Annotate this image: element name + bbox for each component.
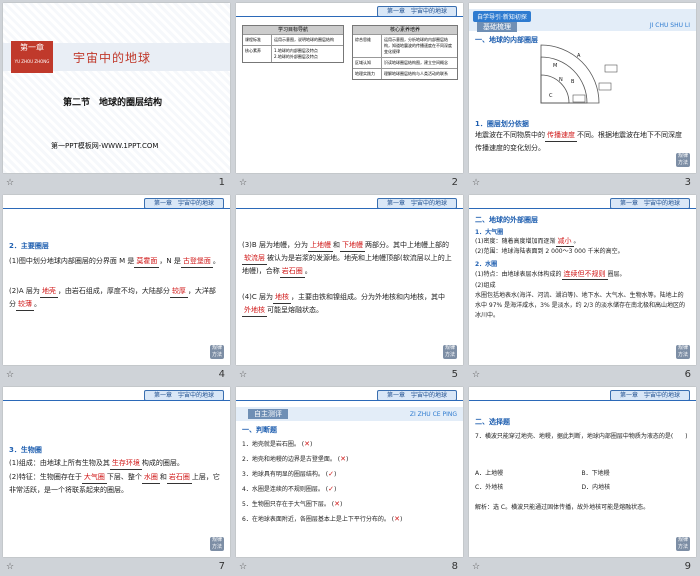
tab-self-test: 自主测评 xyxy=(248,409,288,419)
question-text: 7．横波只能穿过地壳、地幔，据此判断，地球内部圈层中物质为液态的是( ) xyxy=(475,433,688,440)
biosphere-composition: (1)组成：由地球上所有生物及其 生存环境 构成的圈层。 xyxy=(9,457,222,470)
thumbnail-9[interactable]: 第一章 宇宙中的地球 二、选择题 7．横波只能穿过地壳、地幔，据此判断，地球内部… xyxy=(466,384,699,576)
star-icon[interactable]: ☆ xyxy=(6,562,14,572)
slide-number: 9 xyxy=(684,561,691,572)
slide-title: 宇宙中的地球 xyxy=(73,51,152,65)
slide-number: 6 xyxy=(684,369,691,380)
basis-text: 地震波在不同物质中的 传播速度 不同。根据地震波在地下不同深度传播速度的变化划分。 xyxy=(475,131,682,152)
option-d[interactable]: D．内地核 xyxy=(582,481,689,495)
slide-6[interactable]: 第一章 宇宙中的地球 二、地球的外部圈层 1．大气圈 (1)密度：随着高度增加而… xyxy=(469,195,696,365)
hydrosphere-composition: (2)组成 xyxy=(475,282,496,289)
mantle-text: (3)B 层为地幔，分为 上地幔和下地幔 两部分。其中上地幔上部的软流层 被认为是岩浆… xyxy=(242,239,455,278)
slide-1[interactable]: 第一章 YU ZHOU ZHONG 宇宙中的地球 第二节 地球的圈层结构 第一P… xyxy=(3,3,230,173)
answer-analysis: 解析：选 C。横波只能通过固体传播，故外地核可能是熔融状态。 xyxy=(475,504,650,511)
biosphere-features: (2)特征：生物圈存在于 大气圈 下层、整个 水圈和岩石圈 上层，它非常活跃，是一个将联… xyxy=(9,473,220,494)
tab-basics: 基础梳理 xyxy=(477,22,517,32)
heading-true-false: 一、判断题 xyxy=(242,426,277,434)
label-a: A xyxy=(577,53,581,59)
atmosphere-range: (2)范围：地球海陆表面到 2 000～3 000 千米的高空。 xyxy=(475,248,624,255)
pinyin-label: JI CHU SHU LI xyxy=(649,22,690,29)
layer-text-2: (2)A 层为 地壳 ，由岩石组成，厚度不均，大陆部分 较厚 ，大洋部分 较薄。 xyxy=(9,285,222,311)
star-icon[interactable]: ☆ xyxy=(472,370,480,380)
method-button[interactable]: 规律 方法 xyxy=(210,537,224,551)
hydrosphere-detail: 水圈包括地表水(海洋、河流、湖泊等)、地下水、大气水、生物水等。陆地上的水中 9… xyxy=(475,292,686,319)
thumbnail-2[interactable]: 第一章 宇宙中的地球 学习目标导航 课程标准 运用示意图，说明地球的圈层结构 核… xyxy=(233,0,466,192)
thumbnail-1[interactable]: 第一章 YU ZHOU ZHONG 宇宙中的地球 第二节 地球的圈层结构 第一P… xyxy=(0,0,233,192)
label-b: B xyxy=(571,79,575,85)
core-text: (4)C 层为 地核 ，主要由铁和镍组成。分为外地核和内地核，其中外地核 可能呈熔融状… xyxy=(242,291,455,317)
thumbnail-4[interactable]: 第一章 宇宙中的地球 2．主要圈层 (1)图中划分地球内部圈层的分界面 M 是莫… xyxy=(0,192,233,384)
slide-3[interactable]: 自学导引·新知初探 基础梳理 JI CHU SHU LI 一、地球的内部圈层 M… xyxy=(469,3,696,173)
heading-basis: 1．圈层划分依据 xyxy=(475,120,529,128)
slide-number: 4 xyxy=(218,369,225,380)
options: A．上地幔 B．下地幔 C．外地核 D．内地核 xyxy=(475,467,688,495)
slide-4[interactable]: 第一章 宇宙中的地球 2．主要圈层 (1)图中划分地球内部圈层的分界面 M 是莫… xyxy=(3,195,230,365)
method-button[interactable]: 规律 方法 xyxy=(676,345,690,359)
tf-item: 2．地壳和地幔的边界是古登堡面。 (✕) xyxy=(242,455,349,463)
option-b[interactable]: B．下地幔 xyxy=(582,467,689,481)
pinyin-label: ZI ZHU CE PING xyxy=(409,411,457,418)
label-n: N xyxy=(559,77,563,83)
earth-layers-diagram: M N A B C xyxy=(540,44,618,104)
slide-number: 2 xyxy=(451,177,458,188)
slide-5[interactable]: 第一章 宇宙中的地球 (3)B 层为地幔，分为 上地幔和下地幔 两部分。其中上地幔上… xyxy=(236,195,463,365)
slide-grid: 第一章 YU ZHOU ZHONG 宇宙中的地球 第二节 地球的圈层结构 第一P… xyxy=(0,0,700,576)
template-credit: 第一PPT模板网-WWW.1PPT.COM xyxy=(51,142,159,150)
method-button[interactable]: 规律 方法 xyxy=(676,537,690,551)
heading-external: 二、地球的外部圈层 xyxy=(475,216,538,224)
star-icon[interactable]: ☆ xyxy=(239,562,247,572)
thumbnail-7[interactable]: 第一章 宇宙中的地球 3．生物圈 (1)组成：由地球上所有生物及其 生存环境 构成的… xyxy=(0,384,233,576)
right-table: 核心素养培养 综合思维 运用示意图，分析地球的内部圈层结构，知道地震波的传播速度… xyxy=(352,25,458,80)
tf-item: 1．地壳就是岩石圈。 (✕) xyxy=(242,440,313,448)
tab-self-study: 自学导引·新知初探 xyxy=(473,11,531,22)
hydrosphere-feature: (1)特点：由地球表层水体构成的 连续但不规则 圈层。 xyxy=(475,270,626,280)
heading-main-layers: 2．主要圈层 xyxy=(9,242,49,250)
slide-number: 1 xyxy=(218,177,225,188)
tf-item: 4．水圈是连续的不规则圈层。 (✓) xyxy=(242,485,337,493)
star-icon[interactable]: ☆ xyxy=(472,562,480,572)
method-button[interactable]: 规律 方法 xyxy=(443,345,457,359)
thumbnail-3[interactable]: 自学导引·新知初探 基础梳理 JI CHU SHU LI 一、地球的内部圈层 M… xyxy=(466,0,699,192)
hydrosphere-heading: 2．水圈 xyxy=(475,261,498,268)
chapter-badge: 第一章 YU ZHOU ZHONG xyxy=(11,41,53,73)
heading-internal: 一、地球的内部圈层 xyxy=(475,36,538,44)
option-a[interactable]: A．上地幔 xyxy=(475,467,582,481)
star-icon[interactable]: ☆ xyxy=(239,370,247,380)
star-icon[interactable]: ☆ xyxy=(6,178,14,188)
slide-number: 3 xyxy=(684,177,691,188)
star-icon[interactable]: ☆ xyxy=(6,370,14,380)
section-title: 第二节 地球的圈层结构 xyxy=(63,98,163,108)
label-m: M xyxy=(553,63,557,69)
option-c[interactable]: C．外地核 xyxy=(475,481,582,495)
tf-item: 5．生物圈只存在于大气圈下层。 (✕) xyxy=(242,500,343,508)
left-table: 学习目标导航 课程标准 运用示意图，说明地球的圈层结构 核心素养 1.地球的内部… xyxy=(242,25,344,63)
method-button[interactable]: 规律 方法 xyxy=(210,345,224,359)
thumbnail-6[interactable]: 第一章 宇宙中的地球 二、地球的外部圈层 1．大气圈 (1)密度：随着高度增加而… xyxy=(466,192,699,384)
atmosphere-density: (1)密度：随着高度增加而逐渐 减小。 xyxy=(475,237,580,247)
star-icon[interactable]: ☆ xyxy=(472,178,480,188)
method-button[interactable]: 规律 方法 xyxy=(676,153,690,167)
layer-text-1: (1)图中划分地球内部圈层的分界面 M 是莫霍面 ，N 是古登堡面。 xyxy=(9,255,222,268)
biosphere-heading: 3．生物圈 xyxy=(9,446,42,454)
slide-number: 5 xyxy=(451,369,458,380)
slide-number: 8 xyxy=(451,561,458,572)
tf-list: 1．地壳就是岩石圈。 (✕) 2．地壳和地幔的边界是古登堡面。 (✕) 3．地球… xyxy=(242,437,455,527)
slide-number: 7 xyxy=(218,561,225,572)
tf-item: 6．在地球表面附近，各圈层基本上是上下平行分布的。 (✕) xyxy=(242,515,403,523)
slide-8[interactable]: 第一章 宇宙中的地球 自主测评 ZI ZHU CE PING 一、判断题 1．地… xyxy=(236,387,463,557)
tf-item: 3．地球具有明显的圈层结构。 (✓) xyxy=(242,470,337,478)
slide-2[interactable]: 第一章 宇宙中的地球 学习目标导航 课程标准 运用示意图，说明地球的圈层结构 核… xyxy=(236,3,463,173)
star-icon[interactable]: ☆ xyxy=(239,178,247,188)
thumbnail-5[interactable]: 第一章 宇宙中的地球 (3)B 层为地幔，分为 上地幔和下地幔 两部分。其中上地幔上… xyxy=(233,192,466,384)
label-c: C xyxy=(549,93,553,99)
thumbnail-8[interactable]: 第一章 宇宙中的地球 自主测评 ZI ZHU CE PING 一、判断题 1．地… xyxy=(233,384,466,576)
heading-choice: 二、选择题 xyxy=(475,418,510,426)
atmosphere-heading: 1．大气圈 xyxy=(475,229,504,236)
slide-7[interactable]: 第一章 宇宙中的地球 3．生物圈 (1)组成：由地球上所有生物及其 生存环境 构成的… xyxy=(3,387,230,557)
slide-9[interactable]: 第一章 宇宙中的地球 二、选择题 7．横波只能穿过地壳、地幔，据此判断，地球内部… xyxy=(469,387,696,557)
